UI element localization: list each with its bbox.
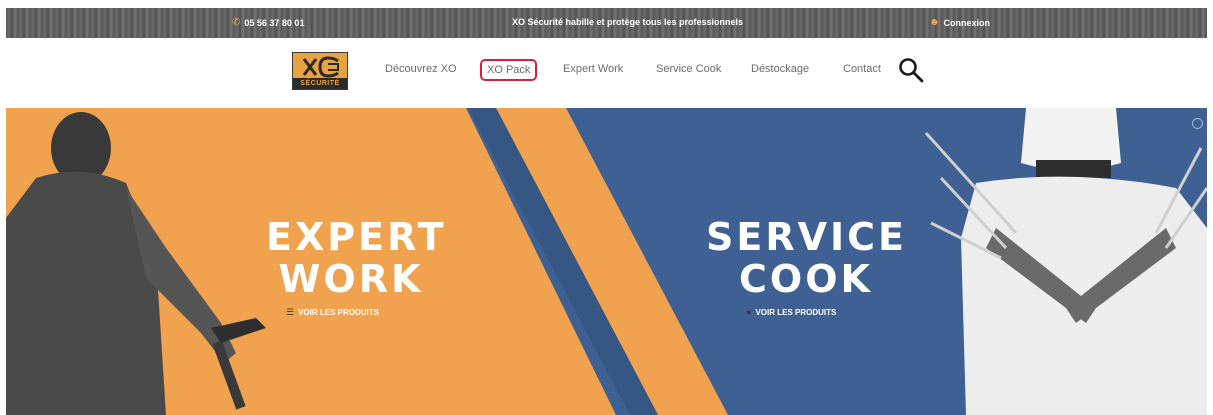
search-icon[interactable] [898, 57, 924, 83]
nav-item-contact[interactable]: Contact [843, 63, 881, 75]
phone-contact[interactable]: ✆ 05 56 37 80 01 [232, 17, 304, 28]
service-cook-title[interactable]: SERVICE COOK [706, 216, 906, 300]
login-label: Connexion [943, 17, 991, 28]
service-cook-title-line1: SERVICE [706, 215, 907, 259]
top-bar: ✆ 05 56 37 80 01 XO Sécurité habille et … [6, 8, 1207, 38]
hero-background [6, 108, 1207, 415]
nav-item-decouvrez-xo[interactable]: Découvrez XO [385, 63, 457, 75]
service-cook-link-label: VOIR LES PRODUITS [755, 307, 837, 317]
logo-mark [302, 56, 339, 78]
hero-banner: EXPERT WORK ☰ VOIR LES PRODUITS SERVICE … [6, 108, 1207, 415]
nav-item-xo-pack[interactable]: XO Pack [480, 59, 538, 81]
nav-item-service-cook[interactable]: Service Cook [656, 63, 721, 75]
expert-work-title[interactable]: EXPERT WORK [266, 215, 447, 301]
stripes-icon: ☰ [286, 307, 295, 317]
slider-dot[interactable] [1192, 118, 1203, 129]
chef-hat-icon: ● [746, 307, 752, 317]
logo-subtitle: SÉCURITÉ [293, 78, 347, 89]
logo[interactable]: SÉCURITÉ [292, 52, 348, 90]
nav-item-expert-work[interactable]: Expert Work [563, 63, 623, 75]
tagline: XO Sécurité habille et protège tous les … [512, 17, 744, 27]
login-link[interactable]: ☻ Connexion [929, 17, 990, 28]
expert-work-products-link[interactable]: ☰ VOIR LES PRODUITS [286, 307, 379, 318]
expert-work-title-line1: EXPERT [266, 215, 447, 259]
service-cook-products-link[interactable]: ● VOIR LES PRODUITS [746, 307, 836, 317]
expert-work-title-line2: WORK [278, 257, 424, 301]
user-icon: ☻ [929, 17, 940, 28]
main-navigation: SÉCURITÉ Découvrez XO XO Pack Expert Wor… [0, 38, 1213, 108]
expert-work-link-label: VOIR LES PRODUITS [298, 308, 379, 317]
nav-item-destockage[interactable]: Déstockage [751, 63, 809, 75]
phone-number: 05 56 37 80 01 [244, 17, 305, 28]
phone-icon: ✆ [232, 17, 241, 28]
service-cook-title-line2: COOK [739, 257, 873, 301]
